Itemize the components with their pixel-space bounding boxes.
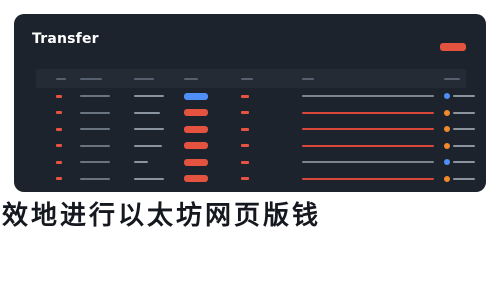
row-amount [241,138,296,155]
row-status [444,88,484,105]
table-header [36,69,466,88]
row-detail [302,154,442,171]
header-col-6[interactable] [302,69,442,88]
header-col-3[interactable] [134,69,182,88]
row-detail [302,138,442,155]
status-button[interactable] [184,88,234,105]
row-id [56,154,78,171]
row-time [80,121,130,138]
status-dot-icon [444,159,450,166]
status-button[interactable] [184,105,234,122]
row-id [56,88,78,105]
row-id [56,138,78,155]
table-row[interactable] [36,171,475,188]
header-col-7[interactable] [444,69,484,88]
row-time [80,88,130,105]
header-col-2[interactable] [80,69,130,88]
row-id [56,121,78,138]
row-from [134,105,182,122]
status-dot-icon [444,109,450,116]
row-status [444,105,484,122]
row-amount [241,154,296,171]
row-amount [241,88,296,105]
table-row[interactable] [36,121,475,138]
table-row[interactable] [36,187,466,192]
transfer-panel: Transfer [14,14,486,192]
table-row[interactable] [36,88,475,105]
row-status [444,138,484,155]
row-from [134,88,182,105]
header-col-4[interactable] [184,69,234,88]
status-dot-icon [444,93,450,100]
row-status [444,171,484,188]
table-row[interactable] [36,154,475,171]
row-from [134,138,182,155]
caption-text: 效地进行以太坊网页版钱 [2,201,322,231]
row-from [134,187,182,192]
table-row[interactable] [36,105,475,122]
row-from [134,171,182,188]
panel-title: Transfer [32,31,99,47]
row-id [56,171,78,188]
status-dot-icon [444,142,450,149]
row-detail [302,121,442,138]
status-dot-icon [444,175,450,182]
status-dot-icon [444,126,450,133]
row-from [134,154,182,171]
row-detail [302,88,442,105]
action-button[interactable] [440,43,466,51]
row-status [444,154,484,171]
table-row[interactable] [36,138,475,155]
row-amount [241,187,296,192]
row-time [80,138,130,155]
row-time [80,187,130,192]
row-time [80,154,130,171]
row-id [56,187,78,192]
status-button[interactable] [184,121,234,138]
status-button[interactable] [184,187,234,192]
status-button[interactable] [184,138,234,155]
row-amount [241,121,296,138]
row-status [444,187,484,192]
table-body [36,88,475,192]
header-col-1[interactable] [56,69,78,88]
row-from [134,121,182,138]
status-button[interactable] [184,154,234,171]
row-id [56,105,78,122]
status-button[interactable] [184,171,234,188]
row-detail [302,105,442,122]
transactions-table [36,69,475,192]
row-status [444,121,484,138]
row-amount [241,105,296,122]
header-col-5[interactable] [241,69,296,88]
row-detail [302,187,442,192]
row-time [80,171,130,188]
row-amount [241,171,296,188]
row-detail [302,171,442,188]
row-time [80,105,130,122]
